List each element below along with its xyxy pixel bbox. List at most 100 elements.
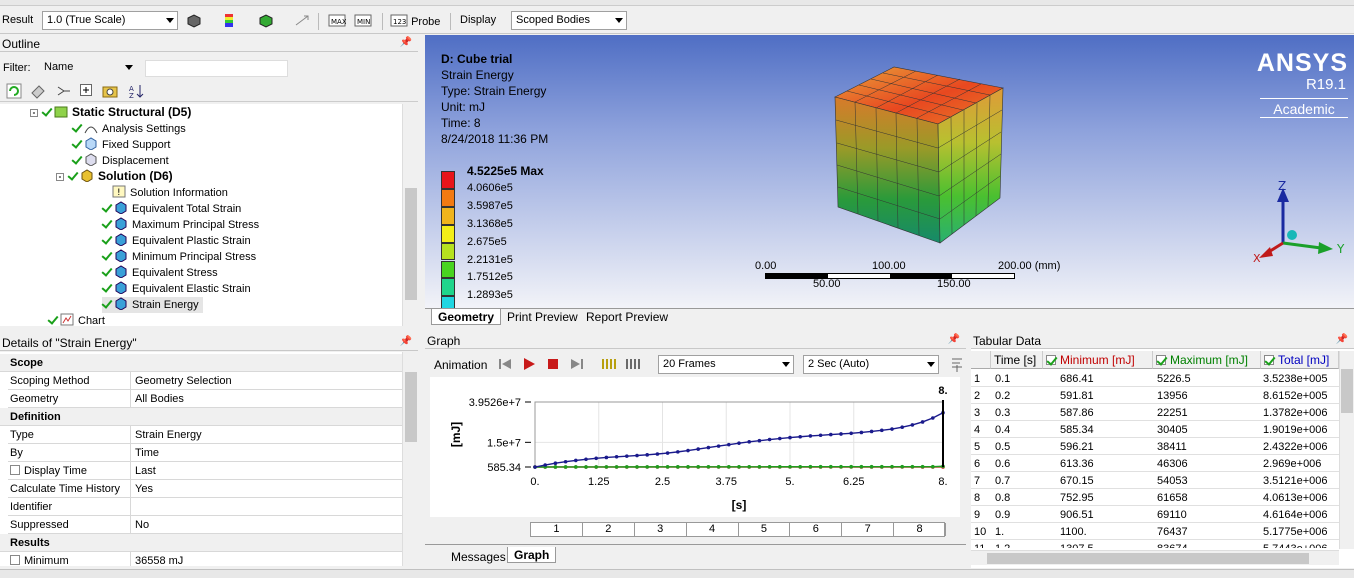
next-frame-icon[interactable] (569, 356, 585, 372)
frame-strip[interactable]: 12345678 (530, 522, 946, 537)
play-icon[interactable] (521, 356, 537, 372)
frame-number[interactable]: 8 (894, 523, 946, 536)
frame-number[interactable]: 7 (842, 523, 895, 536)
frame-number[interactable]: 1 (531, 523, 583, 536)
detail-row-by[interactable]: By Time (8, 444, 402, 462)
collapse-icon[interactable]: - (30, 109, 38, 117)
pin-icon[interactable]: 📌 (948, 334, 960, 345)
tree-node-solution-information[interactable]: ! Solution Information (112, 185, 228, 201)
tree-node-equivalent-stress[interactable]: Equivalent Stress (102, 265, 218, 281)
contours-icon[interactable] (222, 13, 238, 28)
detail-row-type[interactable]: Type Strain Energy (8, 426, 402, 444)
checkbox[interactable] (1156, 355, 1166, 365)
column-header-total[interactable]: Total [mJ] (1261, 351, 1339, 369)
probe-button[interactable]: 123 Probe (390, 13, 440, 28)
table-row[interactable]: 7 0.7 670.15 54053 3.5121e+006 (971, 472, 1339, 489)
stop-icon[interactable] (545, 356, 561, 372)
detail-row-suppressed[interactable]: Suppressed No (8, 516, 402, 534)
export-icon[interactable] (950, 357, 964, 373)
detail-row-calculate-time-history[interactable]: Calculate Time History Yes (8, 480, 402, 498)
result-sets-icon[interactable] (625, 356, 641, 372)
section-results[interactable]: Results (0, 534, 402, 552)
checkbox[interactable] (10, 555, 20, 565)
scrollbar-thumb[interactable] (1341, 369, 1353, 413)
scrollbar-thumb[interactable] (405, 372, 417, 442)
tree-node-strain-energy[interactable]: Strain Energy (102, 297, 203, 313)
tree-node-minimum-principal-stress[interactable]: Minimum Principal Stress (102, 249, 256, 265)
pin-icon[interactable]: 📌 (400, 336, 412, 347)
display-combo[interactable]: Scoped Bodies (511, 11, 627, 30)
tab-report-preview[interactable]: Report Preview (580, 309, 674, 325)
checkbox[interactable] (1046, 355, 1056, 365)
tree-filter-icon[interactable] (56, 83, 72, 99)
table-row[interactable]: 4 0.4 585.34 30405 1.9019e+006 (971, 421, 1339, 438)
detail-row-display-time[interactable]: Display Time Last (8, 462, 402, 480)
detail-row-geometry[interactable]: Geometry All Bodies (8, 390, 402, 408)
tab-print-preview[interactable]: Print Preview (501, 309, 584, 325)
column-header-time[interactable]: Time [s] (991, 351, 1043, 369)
tab-messages[interactable]: Messages (445, 549, 512, 565)
checkbox[interactable] (10, 465, 20, 475)
section-scope[interactable]: Scope (0, 354, 402, 372)
table-row[interactable]: 6 0.6 613.36 46306 2.969e+006 (971, 455, 1339, 472)
eraser-icon[interactable] (30, 83, 46, 99)
frame-number[interactable]: 5 (739, 523, 791, 536)
tree-node-equivalent-plastic-strain[interactable]: Equivalent Plastic Strain (102, 233, 251, 249)
checkbox[interactable] (1264, 355, 1274, 365)
tab-graph[interactable]: Graph (507, 547, 557, 563)
folder-icon[interactable] (102, 83, 118, 99)
details-scrollbar[interactable] (402, 352, 418, 566)
scale-combo[interactable]: 1.0 (True Scale) (42, 11, 178, 30)
tree-node-maximum-principal-stress[interactable]: Maximum Principal Stress (102, 217, 259, 233)
sort-icon[interactable]: AZ (128, 83, 144, 99)
tab-geometry[interactable]: Geometry (431, 309, 502, 325)
previous-frame-icon[interactable] (497, 356, 513, 372)
collapse-icon[interactable]: - (56, 173, 64, 181)
frame-number[interactable]: 4 (687, 523, 739, 536)
detail-row-identifier[interactable]: Identifier (8, 498, 402, 516)
scrollbar-thumb[interactable] (405, 188, 417, 300)
tree-node-static-structural[interactable]: - Static Structural (D5) (30, 105, 191, 121)
table-row[interactable]: 8 0.8 752.95 61658 4.0613e+006 (971, 489, 1339, 506)
graphics-viewport[interactable]: D: Cube trial Strain Energy Type: Strain… (425, 35, 1354, 308)
column-header-maximum[interactable]: Maximum [mJ] (1153, 351, 1261, 369)
detail-row-minimum[interactable]: Minimum 36558 mJ (8, 552, 402, 566)
pin-icon[interactable]: 📌 (400, 37, 412, 48)
table-row[interactable]: 2 0.2 591.81 13956 8.6152e+005 (971, 387, 1339, 404)
pin-icon[interactable]: 📌 (1336, 334, 1348, 345)
table-row[interactable]: 1 0.1 686.41 5226.5 3.5238e+005 (971, 370, 1339, 387)
section-definition[interactable]: Definition (0, 408, 402, 426)
tree-node-solution[interactable]: - Solution (D6) (56, 169, 173, 185)
frame-number[interactable]: 6 (790, 523, 843, 536)
geometry-icon[interactable] (186, 13, 202, 28)
expand-all-icon[interactable] (80, 84, 92, 96)
tree-node-fixed-support[interactable]: Fixed Support (72, 137, 170, 153)
tree-node-equivalent-elastic-strain[interactable]: Equivalent Elastic Strain (102, 281, 251, 297)
refresh-icon[interactable] (6, 83, 22, 99)
table-row[interactable]: 11 1.2 1307.5 83674 5.7443e+006 (971, 540, 1339, 548)
tabular-vscrollbar[interactable] (1339, 351, 1354, 549)
filter-input[interactable] (145, 60, 288, 77)
tree-node-equivalent-total-strain[interactable]: Equivalent Total Strain (102, 201, 241, 217)
outline-scrollbar[interactable] (402, 104, 418, 326)
table-row[interactable]: 5 0.5 596.21 38411 2.4322e+006 (971, 438, 1339, 455)
speed-combo[interactable]: 2 Sec (Auto) (803, 355, 939, 374)
tree-node-displacement[interactable]: Displacement (72, 153, 169, 169)
min-label-icon[interactable]: MIN (354, 13, 372, 28)
max-label-icon[interactable]: MAX (328, 13, 346, 28)
tabular-hscrollbar[interactable] (971, 550, 1339, 565)
edges-icon[interactable] (258, 13, 274, 28)
table-row[interactable]: 3 0.3 587.86 22251 1.3782e+006 (971, 404, 1339, 421)
frame-number[interactable]: 3 (635, 523, 687, 536)
detail-row-scoping-method[interactable]: Scoping Method Geometry Selection (8, 372, 402, 390)
table-row[interactable]: 10 1. 1100. 76437 5.1775e+006 (971, 523, 1339, 540)
table-row[interactable]: 9 0.9 906.51 69110 4.6164e+006 (971, 506, 1339, 523)
tree-node-chart[interactable]: Chart (48, 313, 105, 326)
frames-combo[interactable]: 20 Frames (658, 355, 794, 374)
filter-type-combo[interactable]: Name (40, 59, 136, 78)
distributed-frames-icon[interactable] (601, 356, 617, 372)
tree-node-analysis-settings[interactable]: Analysis Settings (72, 121, 186, 137)
frame-number[interactable]: 2 (583, 523, 635, 536)
vector-icon[interactable] (294, 13, 310, 28)
column-header-minimum[interactable]: Minimum [mJ] (1043, 351, 1153, 369)
